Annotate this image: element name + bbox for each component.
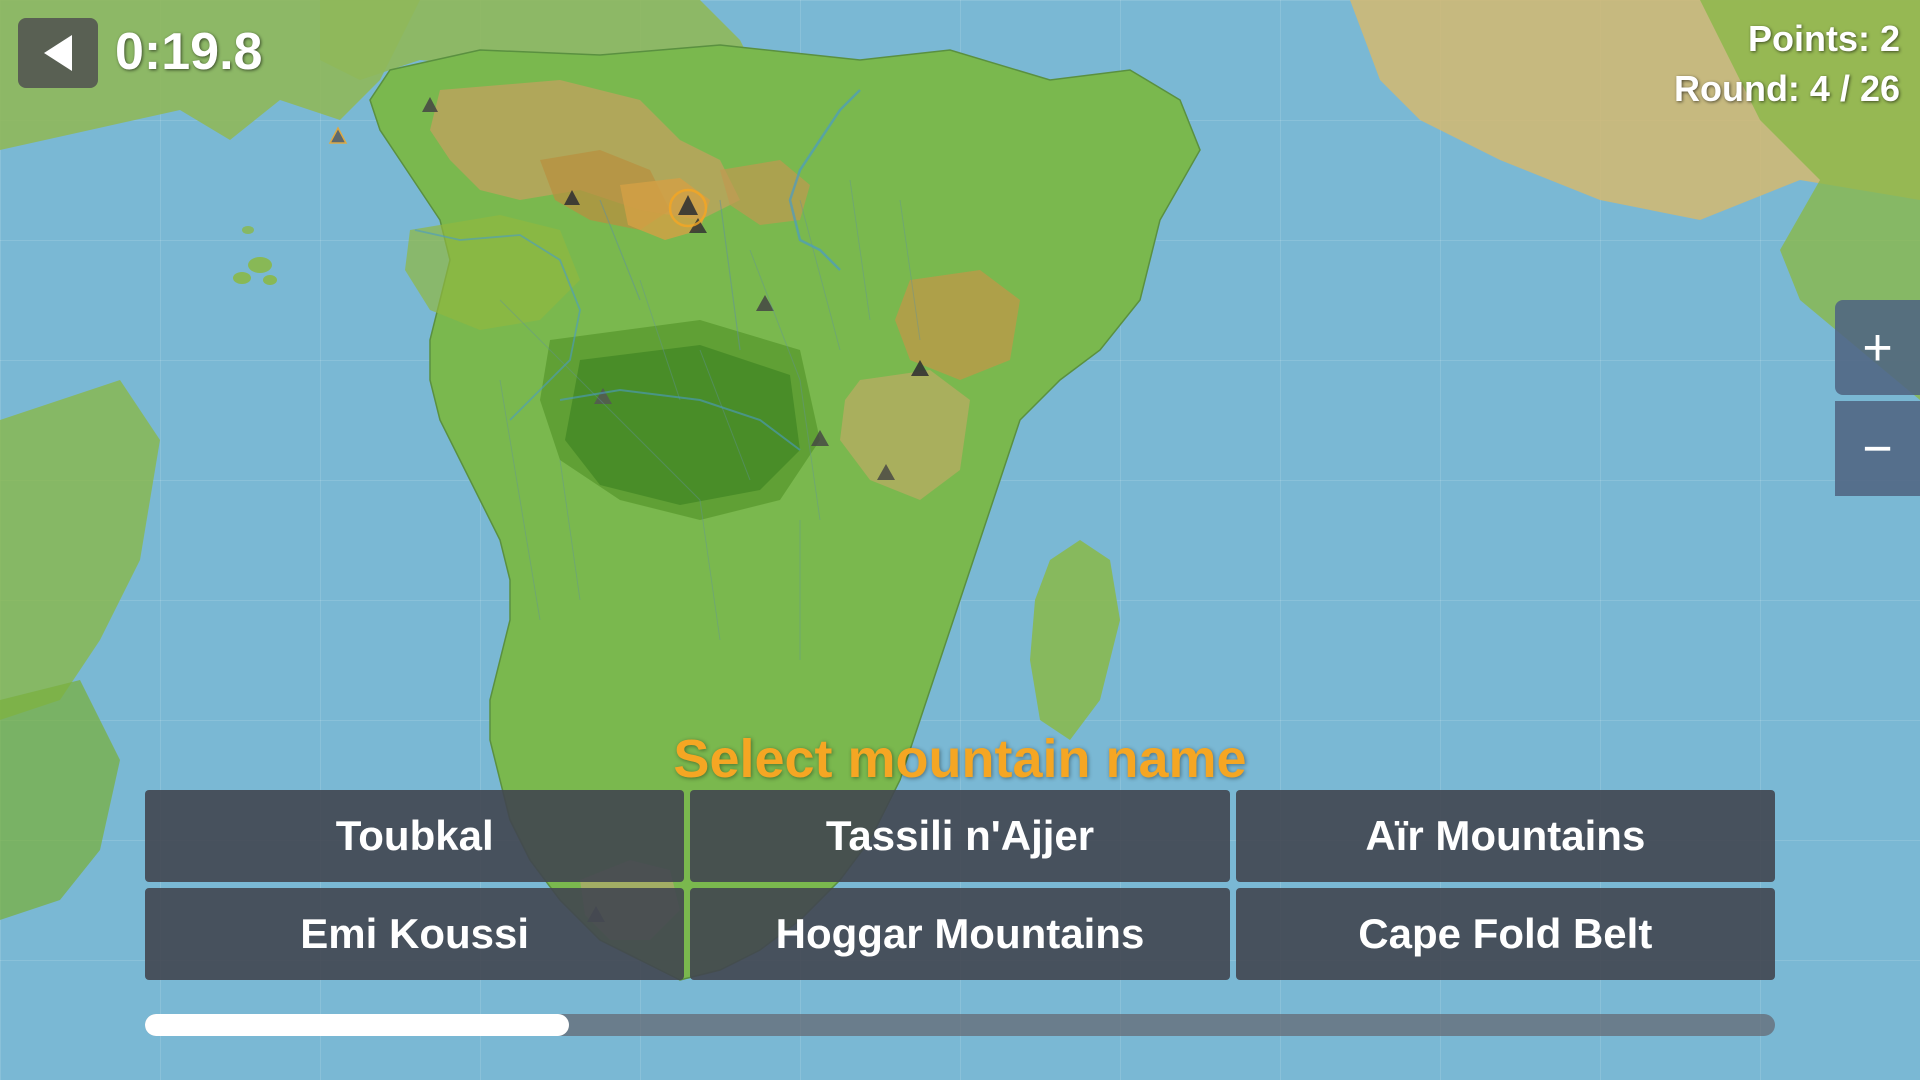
back-arrow-icon <box>44 35 72 71</box>
zoom-controls: + − <box>1835 300 1920 502</box>
back-button[interactable] <box>18 18 98 88</box>
score-panel: Points: 2 Round: 4 / 26 <box>1674 14 1900 115</box>
points-label: Points: 2 <box>1674 14 1900 64</box>
zoom-in-button[interactable]: + <box>1835 300 1920 395</box>
question-text: Select mountain name <box>673 728 1246 790</box>
answer-button-air[interactable]: Aïr Mountains <box>1236 790 1775 882</box>
answer-button-tassili[interactable]: Tassili n'Ajjer <box>690 790 1229 882</box>
answer-button-emi[interactable]: Emi Koussi <box>145 888 684 980</box>
answer-button-cape[interactable]: Cape Fold Belt <box>1236 888 1775 980</box>
answer-button-hoggar[interactable]: Hoggar Mountains <box>690 888 1229 980</box>
round-label: Round: 4 / 26 <box>1674 64 1900 114</box>
timer-display: 0:19.8 <box>115 22 262 82</box>
progress-bar-fill <box>145 1014 569 1036</box>
zoom-out-button[interactable]: − <box>1835 401 1920 496</box>
answer-grid: ToubkalTassili n'AjjerAïr Mountains Emi K… <box>145 790 1775 980</box>
progress-bar-container <box>145 1014 1775 1036</box>
answer-button-toubkal[interactable]: Toubkal <box>145 790 684 882</box>
